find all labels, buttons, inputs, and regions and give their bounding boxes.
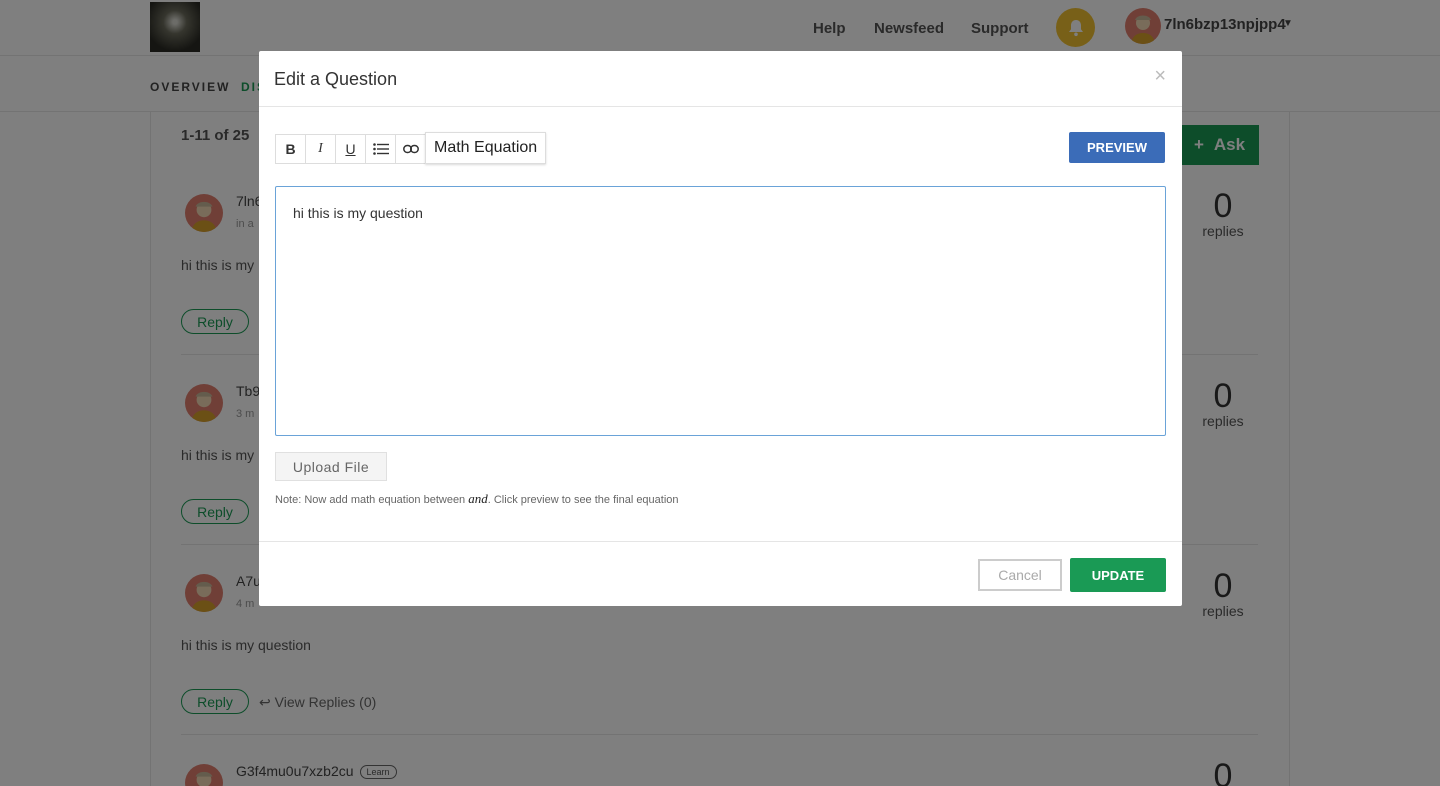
link-icon: [402, 144, 419, 154]
math-equation-button[interactable]: Math Equation: [425, 132, 547, 164]
question-editor[interactable]: hi this is my question: [275, 186, 1166, 436]
bold-button[interactable]: B: [275, 134, 305, 164]
editor-toolbar: B I U Math Equation: [275, 132, 547, 164]
underline-button[interactable]: U: [335, 134, 365, 164]
list-icon: [372, 143, 389, 155]
edit-question-modal: Edit a Question × B I U Math Equation PR…: [259, 51, 1182, 606]
preview-button[interactable]: PREVIEW: [1069, 132, 1165, 163]
modal-header: Edit a Question ×: [259, 51, 1182, 107]
italic-button[interactable]: I: [305, 134, 335, 164]
bullet-list-button[interactable]: [365, 134, 395, 164]
upload-file-button[interactable]: Upload File: [275, 452, 387, 481]
note-suffix: . Click preview to see the final equatio…: [487, 494, 679, 506]
link-button[interactable]: [395, 134, 425, 164]
modal-footer: Cancel UPDATE: [259, 541, 1182, 606]
update-button[interactable]: UPDATE: [1070, 558, 1166, 592]
math-note: Note: Now add math equation between and.…: [275, 491, 679, 507]
close-icon[interactable]: ×: [1154, 65, 1166, 88]
modal-title: Edit a Question: [274, 69, 398, 89]
cancel-button[interactable]: Cancel: [978, 559, 1062, 591]
note-prefix: Note: Now add math equation between: [275, 494, 469, 506]
note-math-word: and: [468, 491, 488, 506]
